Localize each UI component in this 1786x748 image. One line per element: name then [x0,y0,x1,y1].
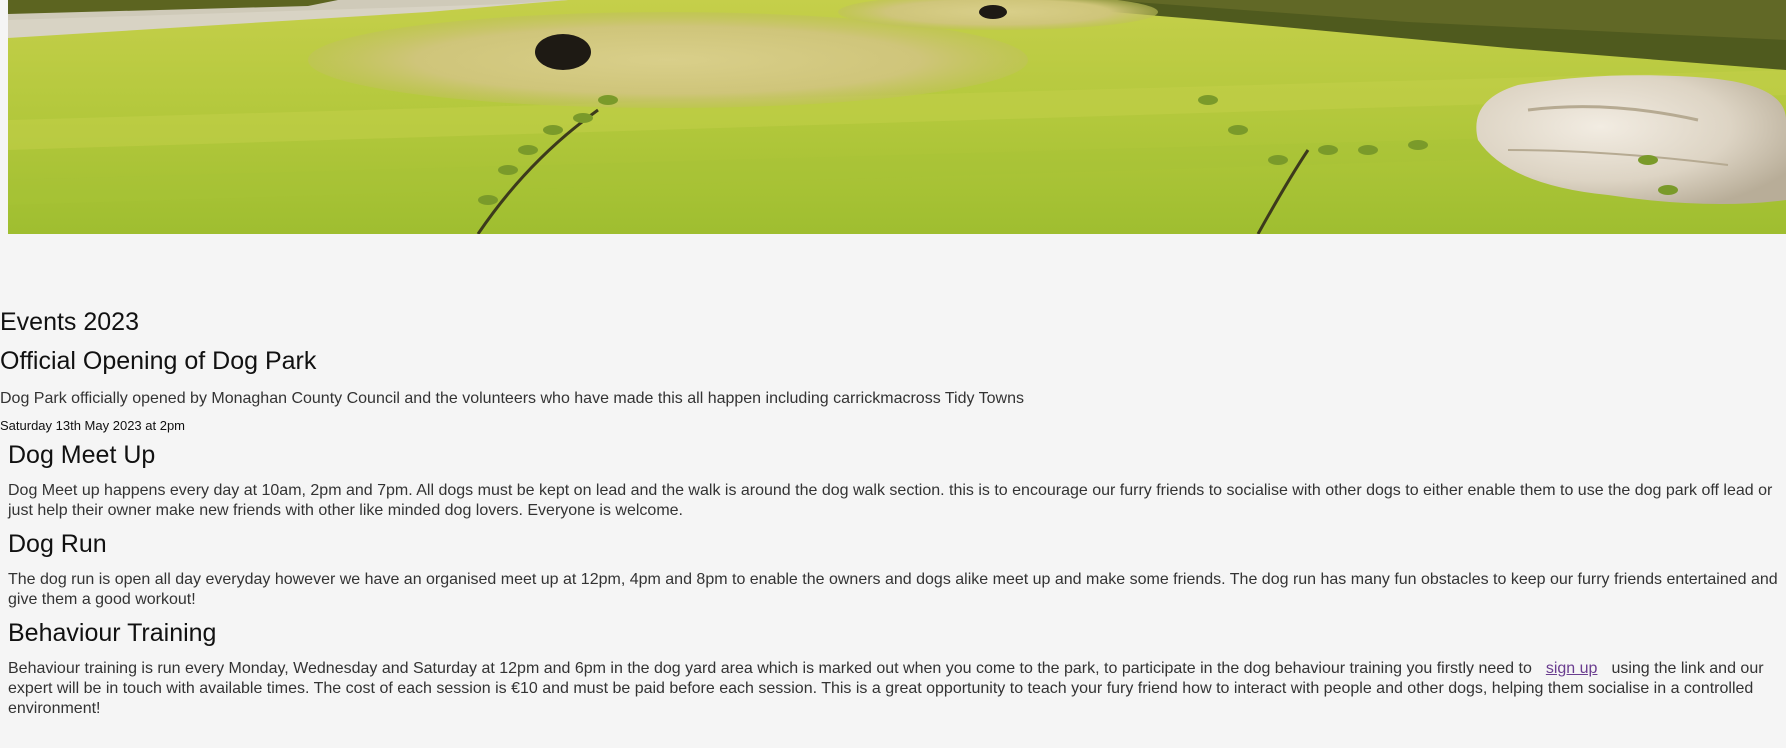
events-content: Events 2023 Official Opening of Dog Park… [0,300,1786,719]
dog-run-title: Dog Run [8,530,107,558]
events-title: Events 2023 [0,308,139,336]
sign-up-link[interactable]: sign up [1546,660,1598,677]
behaviour-training-title: Behaviour Training [8,619,217,647]
dog-park-lawn-image [8,0,1786,234]
opening-text: Dog Park officially opened by Monaghan C… [0,390,1024,407]
behaviour-training-text: Behaviour training is run every Monday, … [8,659,1778,719]
dog-run-text: The dog run is open all day everyday how… [8,571,1778,608]
dog-meetup-text: Dog Meet up happens every day at 10am, 2… [8,482,1773,519]
dog-run-section: Dog Run The dog run is open all day ever… [0,529,1786,610]
opening-date: Saturday 13th May 2023 at 2pm [0,418,186,433]
behaviour-training-section: Behaviour Training Behaviour training is… [0,618,1786,719]
dog-meetup-section: Dog Meet Up Dog Meet up happens every da… [0,440,1786,521]
dog-meetup-title: Dog Meet Up [8,441,156,469]
opening-title: Official Opening of Dog Park [0,347,317,375]
training-text-before: Behaviour training is run every Monday, … [8,660,1532,677]
